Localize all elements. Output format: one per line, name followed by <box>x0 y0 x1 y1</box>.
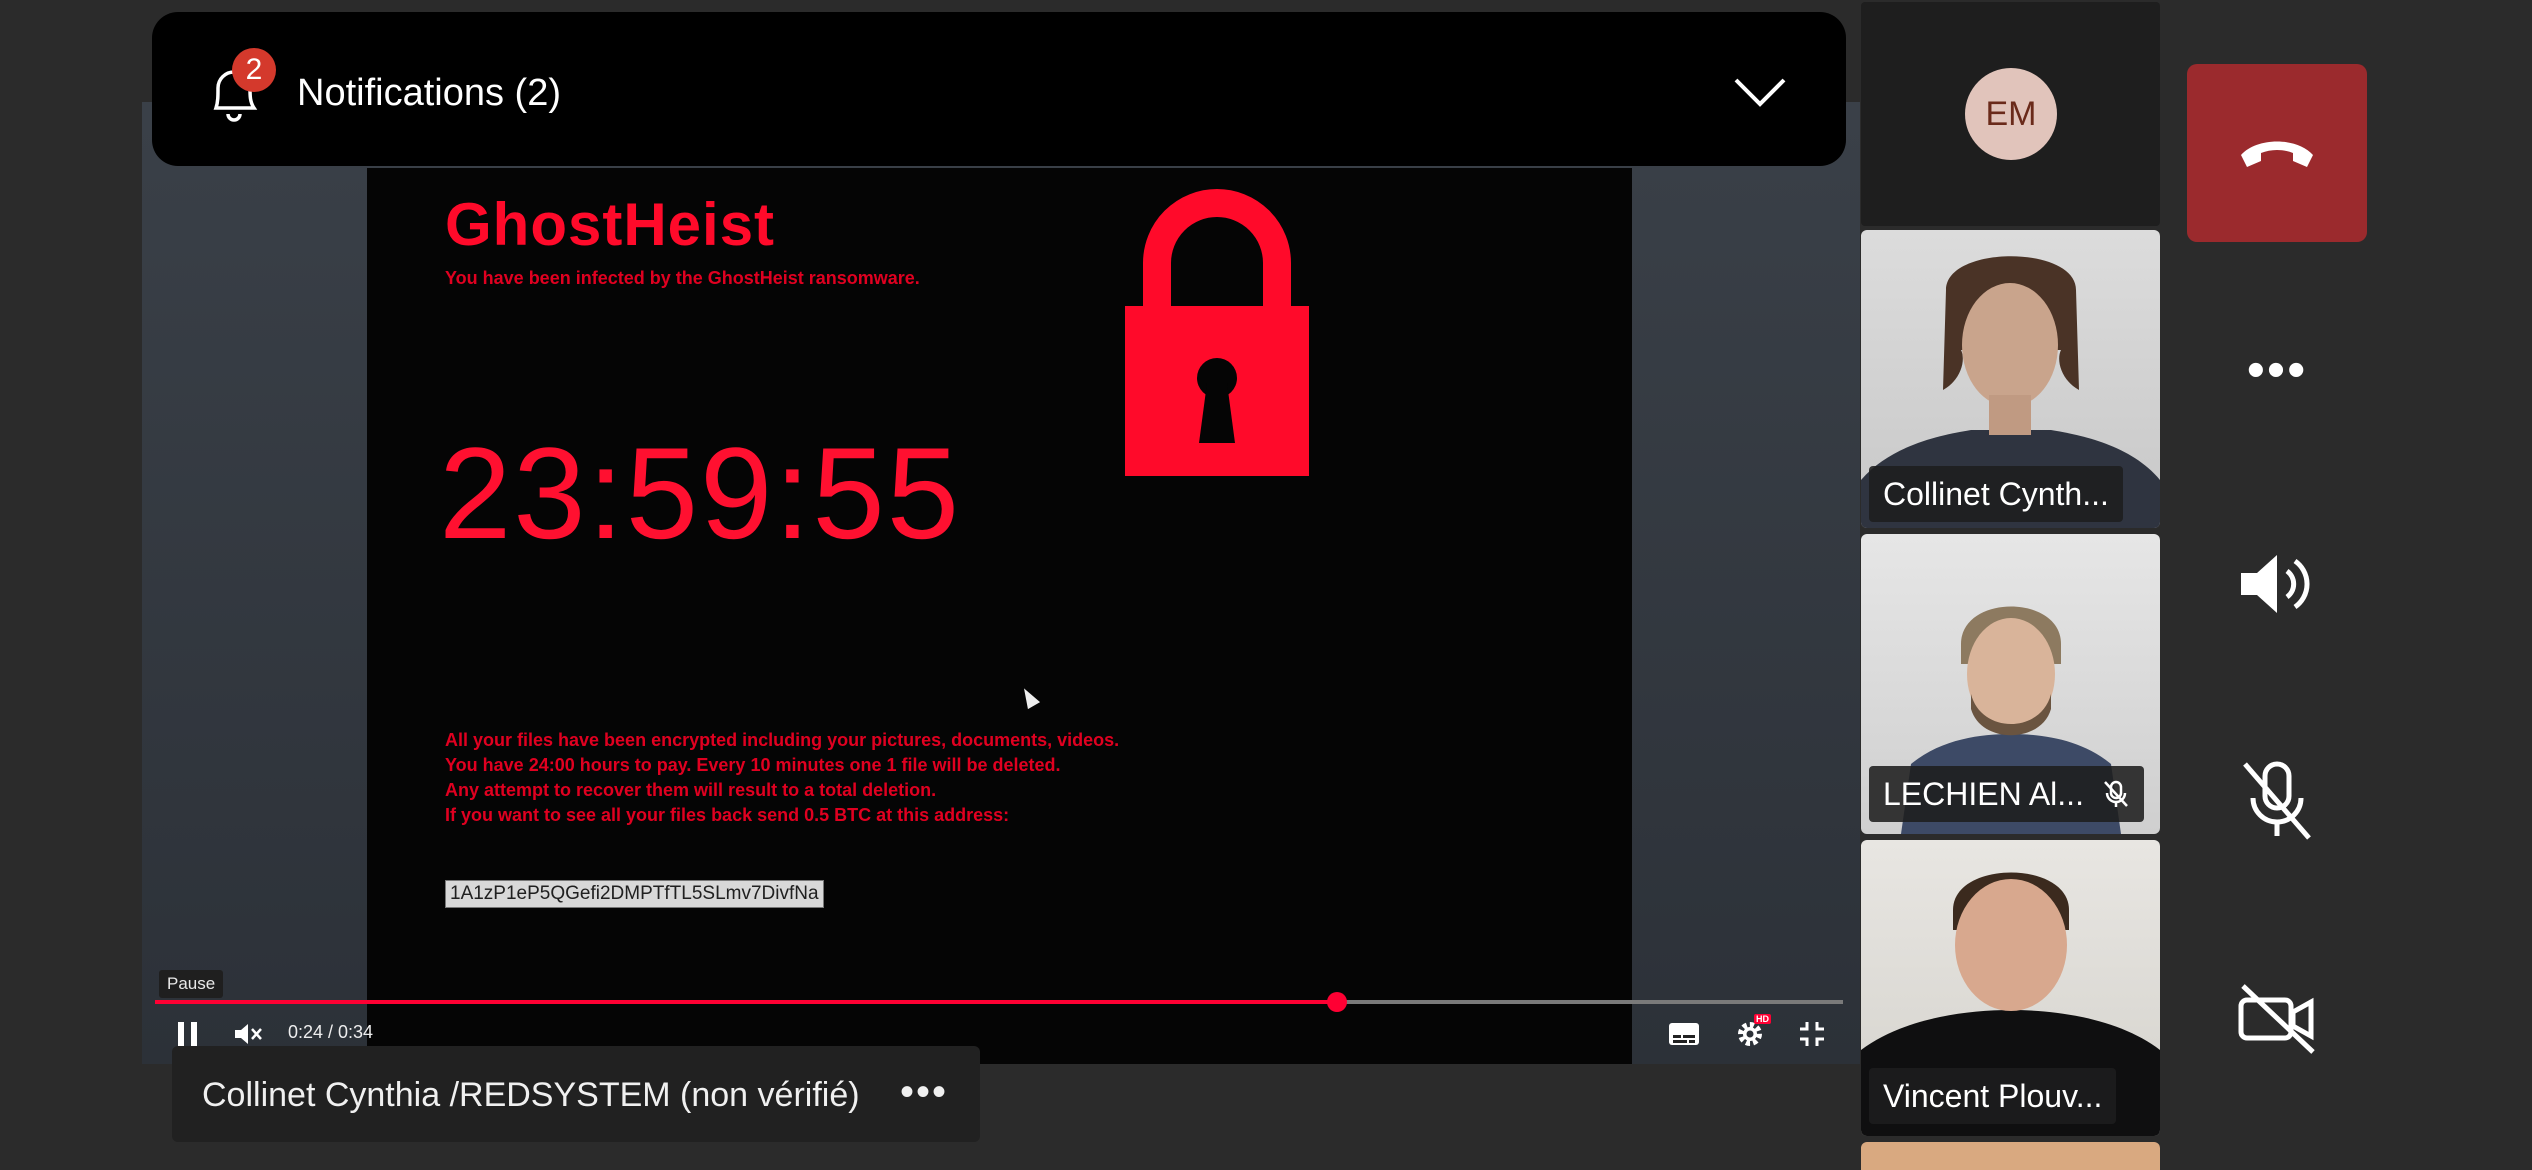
presenter-label: Collinet Cynthia /REDSYSTEM (non vérifié… <box>172 1046 980 1142</box>
phone-hangup-icon <box>2241 141 2313 167</box>
speaker-icon <box>2241 555 2310 613</box>
mic-off-icon <box>2104 780 2128 807</box>
participant-name-label: LECHIEN Al... <box>1869 766 2144 822</box>
exit-fullscreen-button[interactable] <box>1792 1016 1832 1052</box>
btc-address: 1A1zP1eP5QGefi2DMPTfTL5SLmv7DivfNa <box>445 880 824 908</box>
hd-badge: HD <box>1754 1014 1771 1024</box>
notifications-banner[interactable]: 2 Notifications (2) <box>152 12 1846 166</box>
meeting-window: GhostHeist You have been infected by the… <box>0 0 2532 1170</box>
shared-video-stage[interactable]: GhostHeist You have been infected by the… <box>142 102 1860 1064</box>
camera-off-button[interactable] <box>2187 958 2367 1078</box>
settings-button[interactable]: HD <box>1728 1014 1772 1054</box>
ransom-subtitle: You have been infected by the GhostHeist… <box>445 268 920 288</box>
participant-tile-em[interactable]: EM <box>1861 2 2160 226</box>
participant-name: LECHIEN Al... <box>1883 775 2084 812</box>
exit-fullscreen-icon <box>1800 1022 1824 1046</box>
participant-tile-lechien[interactable]: LECHIEN Al... <box>1861 534 2160 834</box>
ransom-line: If you want to see all your files back s… <box>445 805 1010 825</box>
mic-off-icon <box>2243 761 2311 840</box>
volume-muted-icon <box>235 1024 262 1044</box>
notification-badge: 2 <box>232 48 276 92</box>
ransom-title: GhostHeist <box>445 191 776 258</box>
ransom-line: You have 24:00 hours to pay. Every 10 mi… <box>445 755 1061 775</box>
ransom-line: Any attempt to recover them will result … <box>445 780 937 800</box>
notifications-title: Notifications (2) <box>297 72 561 114</box>
progress-handle[interactable] <box>1326 992 1347 1012</box>
presenter-name: Collinet Cynthia /REDSYSTEM (non vérifié… <box>202 1076 860 1114</box>
ransom-message: All your files have been encrypted inclu… <box>445 728 1119 828</box>
pause-icon <box>178 1022 197 1046</box>
participant-name-label: Collinet Cynth... <box>1869 466 2123 522</box>
hang-up-button[interactable] <box>2187 64 2367 242</box>
speaker-button[interactable] <box>2187 524 2367 644</box>
time-display: 0:24 / 0:34 <box>288 1022 374 1042</box>
presenter-more-button[interactable]: ••• <box>900 1070 948 1115</box>
chevron-down-icon[interactable] <box>1732 74 1788 110</box>
participant-tile-partial[interactable] <box>1861 1142 2160 1170</box>
participant-tile-vincent[interactable]: Vincent Plouv... <box>1861 840 2160 1136</box>
pause-tooltip: Pause <box>159 970 224 998</box>
ransom-timer: 23:59:55 <box>439 420 962 566</box>
mute-microphone-button[interactable] <box>2187 740 2367 860</box>
subtitles-icon <box>1669 1023 1699 1045</box>
ransom-line: All your files have been encrypted inclu… <box>445 730 1120 750</box>
more-options-icon: ••• <box>2246 341 2308 399</box>
participant-name-label: Vincent Plouv... <box>1869 1068 2117 1124</box>
progress-bar[interactable] <box>155 992 1843 1012</box>
shared-screen-content: GhostHeist You have been infected by the… <box>367 168 1632 1064</box>
camera-off-icon <box>2238 984 2315 1054</box>
avatar: EM <box>1965 68 2057 160</box>
subtitles-button[interactable] <box>1664 1016 1704 1052</box>
participant-tile-collinet[interactable]: Collinet Cynth... <box>1861 230 2160 528</box>
padlock-icon <box>1125 189 1309 476</box>
more-options-button[interactable]: ••• <box>2187 310 2367 430</box>
progress-fill <box>155 1000 1337 1004</box>
